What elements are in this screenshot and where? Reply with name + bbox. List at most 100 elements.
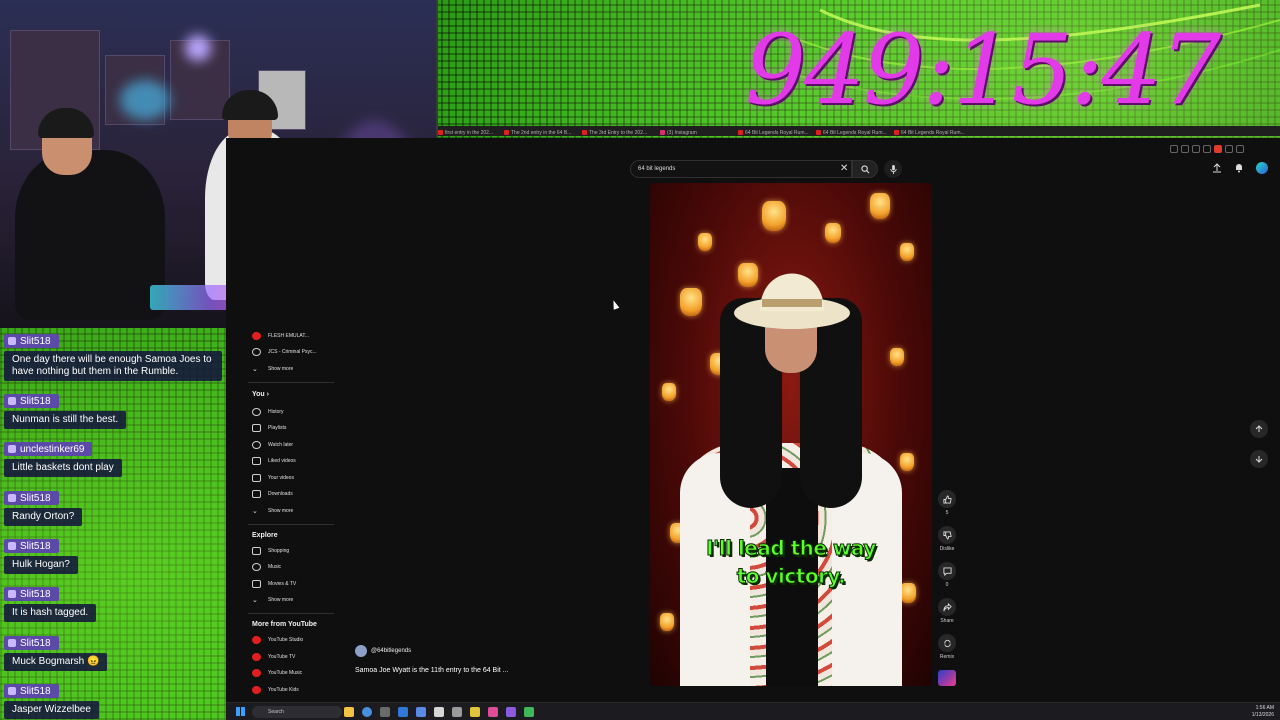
app-icon[interactable]	[488, 707, 498, 717]
extension-icon[interactable]	[1214, 145, 1222, 153]
chrome-icon[interactable]	[362, 707, 372, 717]
app-icon[interactable]	[452, 707, 462, 717]
browser-tab[interactable]: The 2nd entry in the 64 B...	[504, 130, 582, 138]
subscriber-badge-icon	[8, 687, 16, 695]
notifications-bell-icon[interactable]	[1234, 163, 1244, 173]
lantern	[660, 613, 674, 631]
chat-username: Slit518	[4, 684, 59, 698]
downloads-icon	[252, 490, 261, 498]
taskbar-search[interactable]: Search	[252, 706, 342, 718]
browser-tab[interactable]: first entry in the 202...	[438, 130, 504, 138]
youtube-icon	[504, 130, 509, 136]
sidebar-item-watch-later[interactable]: Watch later	[252, 438, 293, 452]
subscription-item[interactable]: JCS - Criminal Psyc...	[252, 345, 317, 359]
browser-tab[interactable]: 64 Bit Legends Royal Rum...	[738, 130, 816, 138]
extension-icon[interactable]	[1170, 145, 1178, 153]
search-input[interactable]: 64 bit legends	[630, 160, 852, 178]
app-icon[interactable]	[506, 707, 516, 717]
subscriber-badge-icon	[8, 397, 16, 405]
chat-username: unclestinker69	[4, 442, 93, 456]
clear-search-icon[interactable]: ✕	[840, 163, 848, 174]
subscription-item[interactable]: FLESH EMULAT...	[252, 329, 309, 343]
like-button[interactable]: 5	[938, 490, 956, 516]
sidebar-item-youtube-studio[interactable]: YouTube Studio	[252, 633, 303, 647]
you-section-heading[interactable]: You ›	[252, 391, 269, 398]
comments-button[interactable]: 0	[938, 562, 956, 588]
extension-icon[interactable]	[1181, 145, 1189, 153]
youtube-icon	[816, 130, 821, 136]
create-upload-icon[interactable]	[1212, 163, 1222, 173]
taskbar-clock[interactable]: 1:56 AM 1/13/2026	[1238, 705, 1274, 719]
sidebar-item-music[interactable]: Music	[252, 560, 281, 574]
sidebar-item-shopping[interactable]: Shopping	[252, 544, 289, 558]
channel-avatar-icon	[252, 332, 261, 340]
sidebar-item-playlists[interactable]: Playlists	[252, 421, 286, 435]
subscriber-badge-icon	[8, 639, 16, 647]
more-from-youtube-heading: More from YouTube	[252, 621, 317, 628]
sidebar-item-movies-tv[interactable]: Movies & TV	[252, 577, 296, 591]
file-explorer-icon[interactable]	[344, 707, 354, 717]
browser-tab[interactable]: 64 Bit Legends Royal Rum...	[894, 130, 972, 138]
dislike-button[interactable]: Dislike	[938, 526, 956, 552]
sidebar-item-youtube-tv[interactable]: YouTube TV	[252, 650, 295, 664]
app-icon[interactable]	[470, 707, 480, 717]
divider	[248, 613, 334, 614]
app-icon[interactable]	[416, 707, 426, 717]
extension-icon[interactable]	[1236, 145, 1244, 153]
short-video-player[interactable]: I'll lead the way to victory.	[650, 183, 932, 686]
search-icon	[860, 164, 869, 173]
show-more-button[interactable]: ⌄ Show more	[252, 362, 293, 376]
show-more-button[interactable]: ⌄ Show more	[252, 593, 293, 607]
account-avatar[interactable]	[1256, 162, 1268, 174]
sidebar-item-downloads[interactable]: Downloads	[252, 487, 293, 501]
remix-button[interactable]: Remix	[938, 634, 956, 660]
extension-icon[interactable]	[1192, 145, 1200, 153]
chat-username: Slit518	[4, 394, 59, 408]
chat-username: Slit518	[4, 539, 59, 553]
clock-time: 1:56 AM	[1255, 705, 1274, 711]
chat-message: Slit518 Hulk Hogan?	[4, 537, 78, 574]
extension-icon[interactable]	[1225, 145, 1233, 153]
windows-start-icon[interactable]	[236, 707, 245, 716]
youtube-tv-icon	[252, 653, 261, 661]
app-icon[interactable]	[524, 707, 534, 717]
browser-tab[interactable]: The 3rd Entry to the 202...	[582, 130, 660, 138]
instagram-icon	[660, 130, 665, 136]
arrow-down-icon	[1255, 456, 1263, 463]
sidebar-item-history[interactable]: History	[252, 405, 284, 419]
app-icon[interactable]	[434, 707, 444, 717]
windows-taskbar: Search 1:56 AM 1/13/2026	[226, 702, 1280, 720]
lantern	[762, 201, 786, 231]
previous-short-button[interactable]	[1250, 420, 1268, 438]
liked-videos-icon	[252, 457, 261, 465]
chat-message: Slit518 It is hash tagged.	[4, 585, 97, 622]
sidebar-item-youtube-kids[interactable]: YouTube Kids	[252, 683, 299, 697]
voice-search-button[interactable]	[884, 160, 902, 178]
share-button[interactable]: Share	[938, 598, 956, 624]
channel-avatar	[355, 645, 367, 657]
app-icon[interactable]	[380, 707, 390, 717]
search-button[interactable]	[852, 160, 878, 178]
short-title[interactable]: Samoa Joe Wyatt is the 11th entry to the…	[355, 667, 509, 674]
show-more-button[interactable]: ⌄ Show more	[252, 504, 293, 518]
sound-thumbnail[interactable]	[938, 670, 956, 686]
browser-extensions	[1170, 145, 1244, 155]
channel-avatar-icon	[252, 348, 261, 356]
chat-message-text: Little baskets dont play	[4, 459, 122, 477]
sidebar-item-youtube-music[interactable]: YouTube Music	[252, 666, 302, 680]
youtube-icon	[438, 130, 443, 136]
chat-message: Slit518 One day there will be enough Sam…	[4, 332, 222, 381]
next-short-button[interactable]	[1250, 450, 1268, 468]
sidebar-item-your-videos[interactable]: Your videos	[252, 471, 294, 485]
shopping-icon	[252, 547, 261, 555]
chevron-down-icon: ⌄	[252, 508, 258, 515]
channel-info[interactable]: @64bitlegends	[355, 645, 411, 657]
extension-icon[interactable]	[1203, 145, 1211, 153]
youtube-music-icon	[252, 669, 261, 677]
app-icon[interactable]	[398, 707, 408, 717]
browser-tab[interactable]: (3) Instagram	[660, 130, 738, 138]
sidebar-item-liked-videos[interactable]: Liked videos	[252, 454, 296, 468]
browser-tab[interactable]: 64 Bit Legends Royal Rum...	[816, 130, 894, 138]
youtube-kids-icon	[252, 686, 261, 694]
chat-message-text: Muck Bogmarsh 😠	[4, 653, 108, 671]
